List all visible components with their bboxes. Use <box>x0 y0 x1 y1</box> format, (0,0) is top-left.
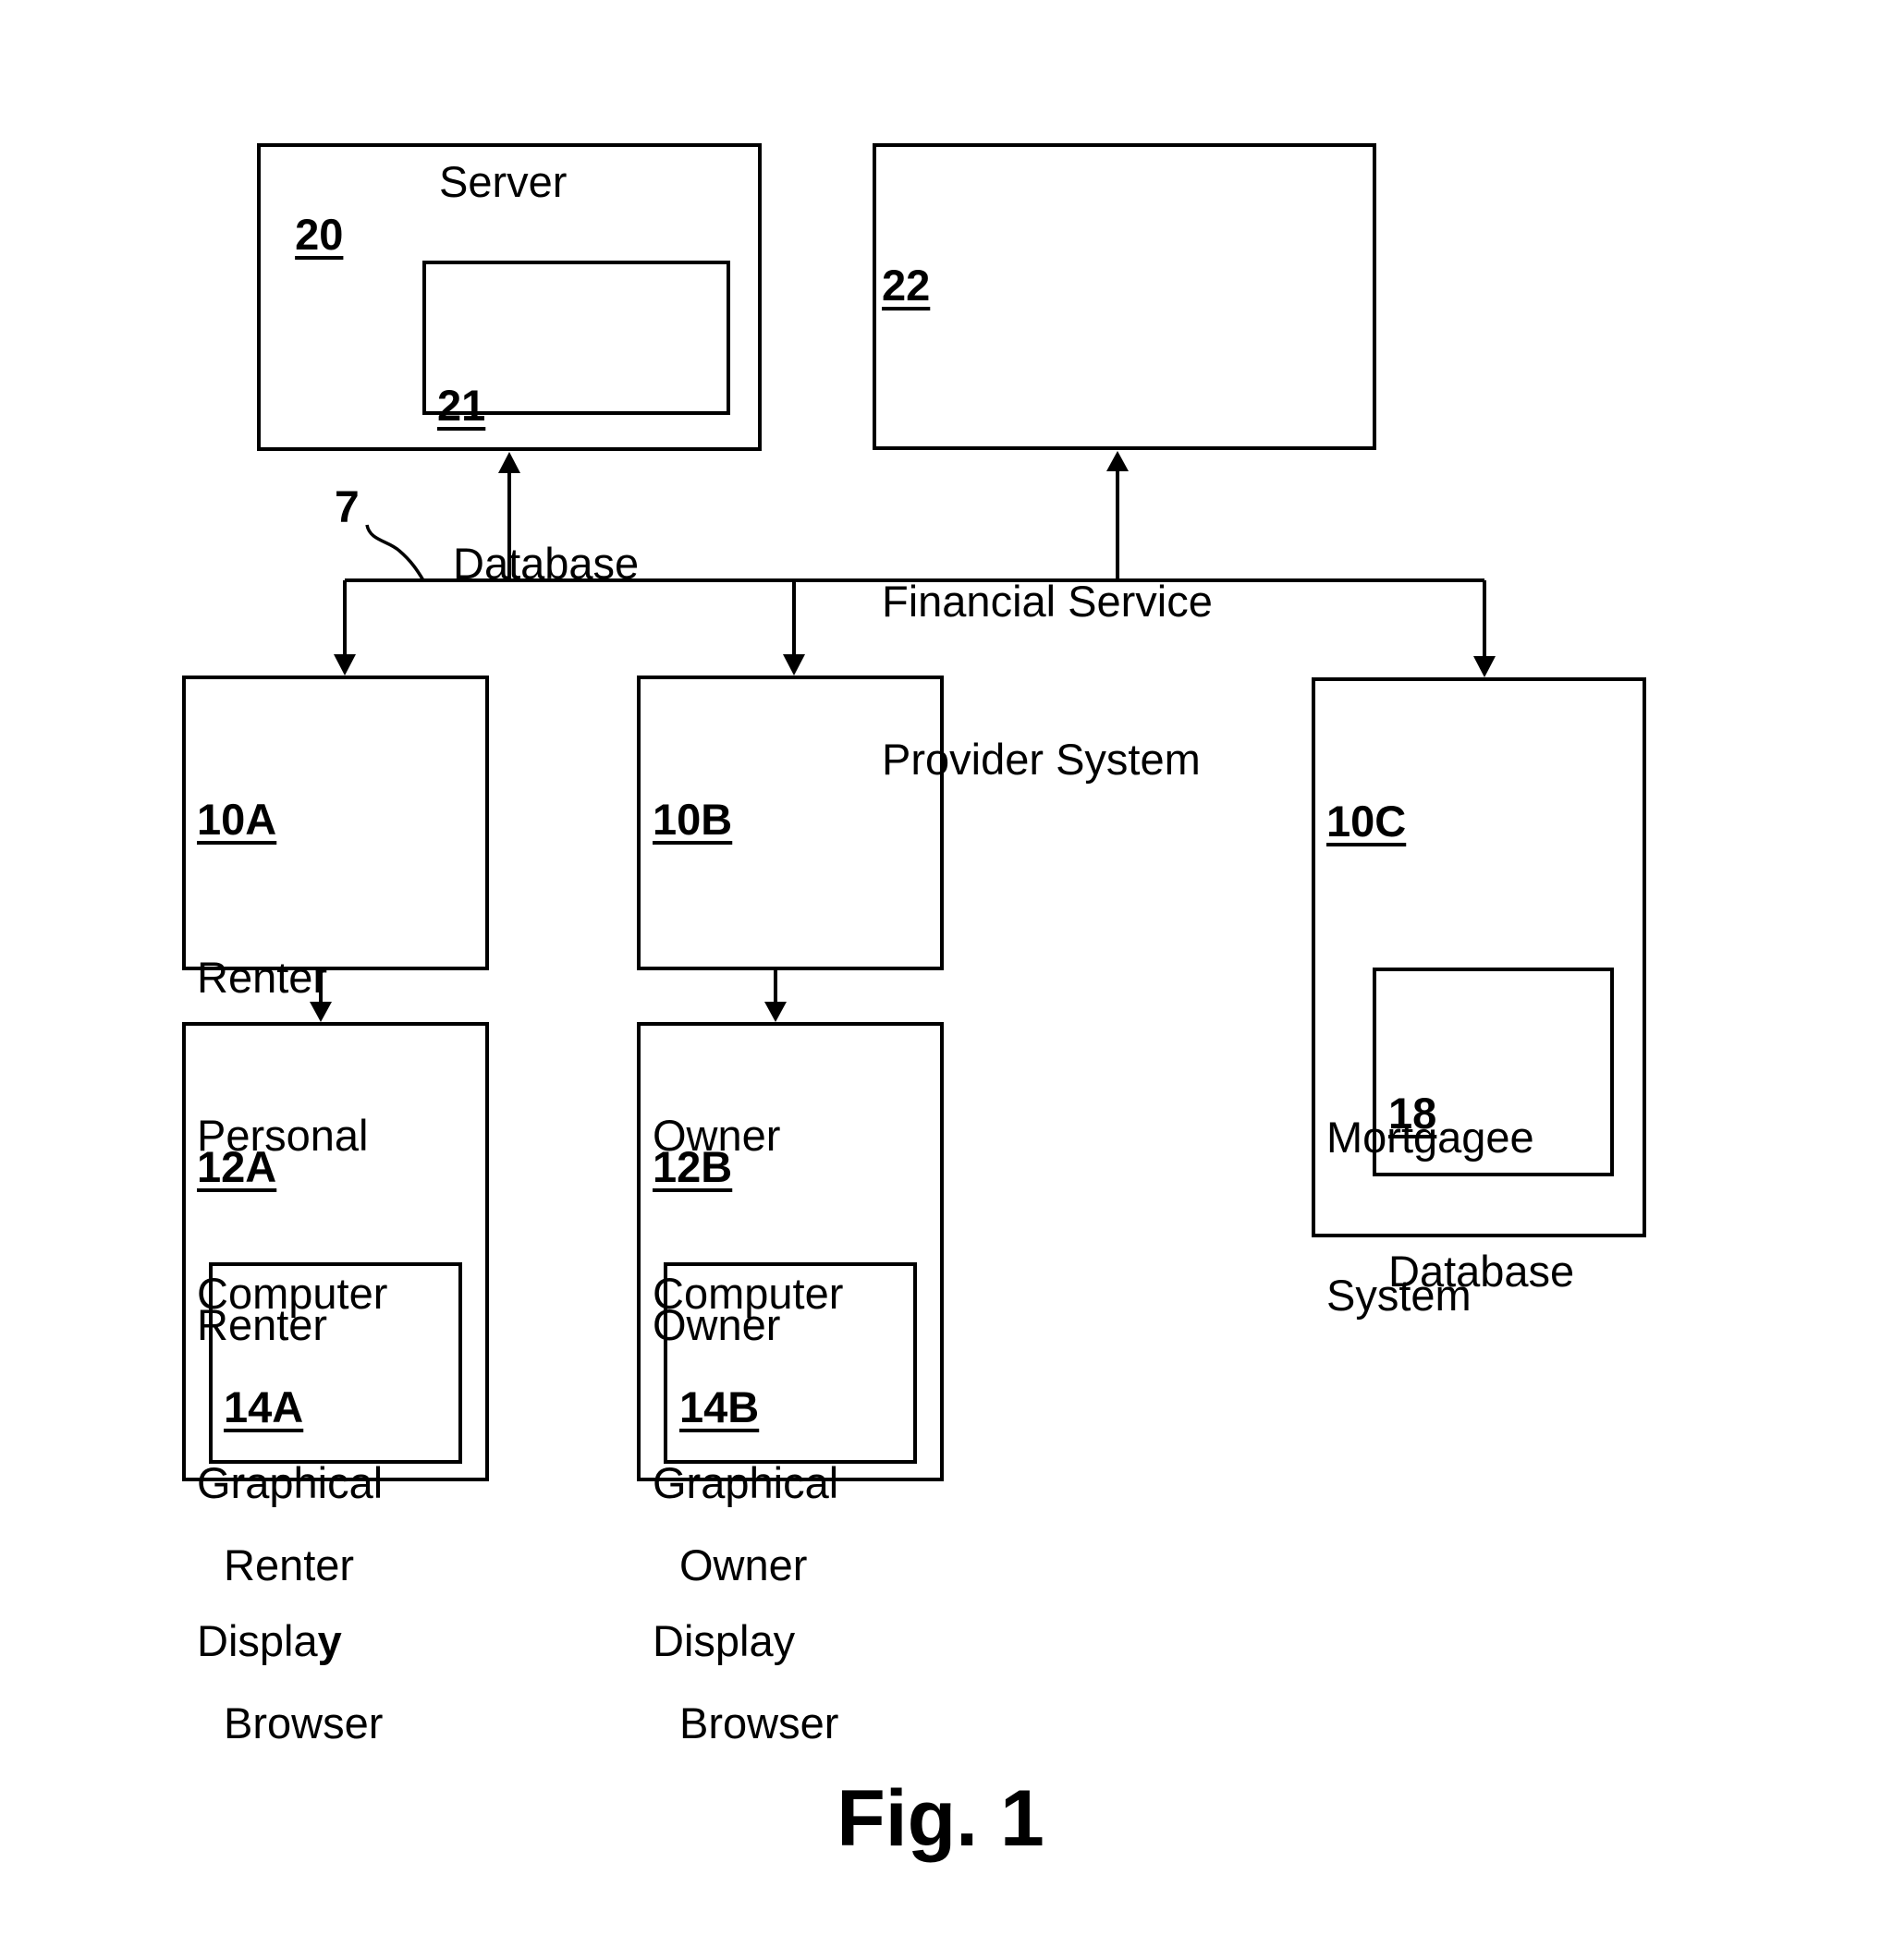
figure-caption: Fig. 1 <box>837 1774 1044 1863</box>
server-database-title: Database <box>453 539 640 588</box>
renter-browser-line-2: Browser <box>224 1698 384 1747</box>
renter-browser-line-1: Renter <box>224 1540 355 1589</box>
server-database-label: 21 Database <box>437 274 639 642</box>
owner-browser-line-2: Browser <box>679 1698 839 1747</box>
renter-pc-line-1: Renter <box>197 953 328 1002</box>
arrowhead-mortgagee <box>1473 656 1496 677</box>
server-title: Server <box>439 157 568 206</box>
fsp-title-line-1: Financial Service <box>882 577 1213 626</box>
server-database-ref-number: 21 <box>437 381 486 430</box>
network-ref-label: 7 <box>335 483 360 532</box>
renter-browser-ref-number: 14A <box>224 1382 304 1431</box>
server-ref-number: 20 <box>295 210 344 259</box>
mortgagee-ref-number: 10C <box>1326 797 1407 846</box>
fsp-ref-number: 22 <box>882 261 931 310</box>
renter-browser-label: 14A Renter Browser <box>224 1275 383 1802</box>
owner-browser-label: 14B Owner Browser <box>679 1275 838 1802</box>
renter-pc-ref-number: 10A <box>197 795 277 844</box>
owner-pc-ref-number: 10B <box>653 795 733 844</box>
arrowhead-renter-pc <box>334 654 356 676</box>
owner-display-ref-number: 12B <box>653 1142 733 1191</box>
owner-browser-ref-number: 14B <box>679 1382 760 1431</box>
mortgagee-database-label: 18 Database <box>1388 981 1574 1350</box>
arrowhead-owner-pc <box>783 654 805 676</box>
mortgagee-database-line-1: Database <box>1388 1247 1575 1296</box>
renter-display-ref-number: 12A <box>197 1142 277 1191</box>
mortgagee-database-ref-number: 18 <box>1388 1089 1437 1138</box>
server-label: 20 <box>271 155 343 261</box>
owner-browser-line-1: Owner <box>679 1540 808 1589</box>
network-leader-line <box>365 524 425 581</box>
